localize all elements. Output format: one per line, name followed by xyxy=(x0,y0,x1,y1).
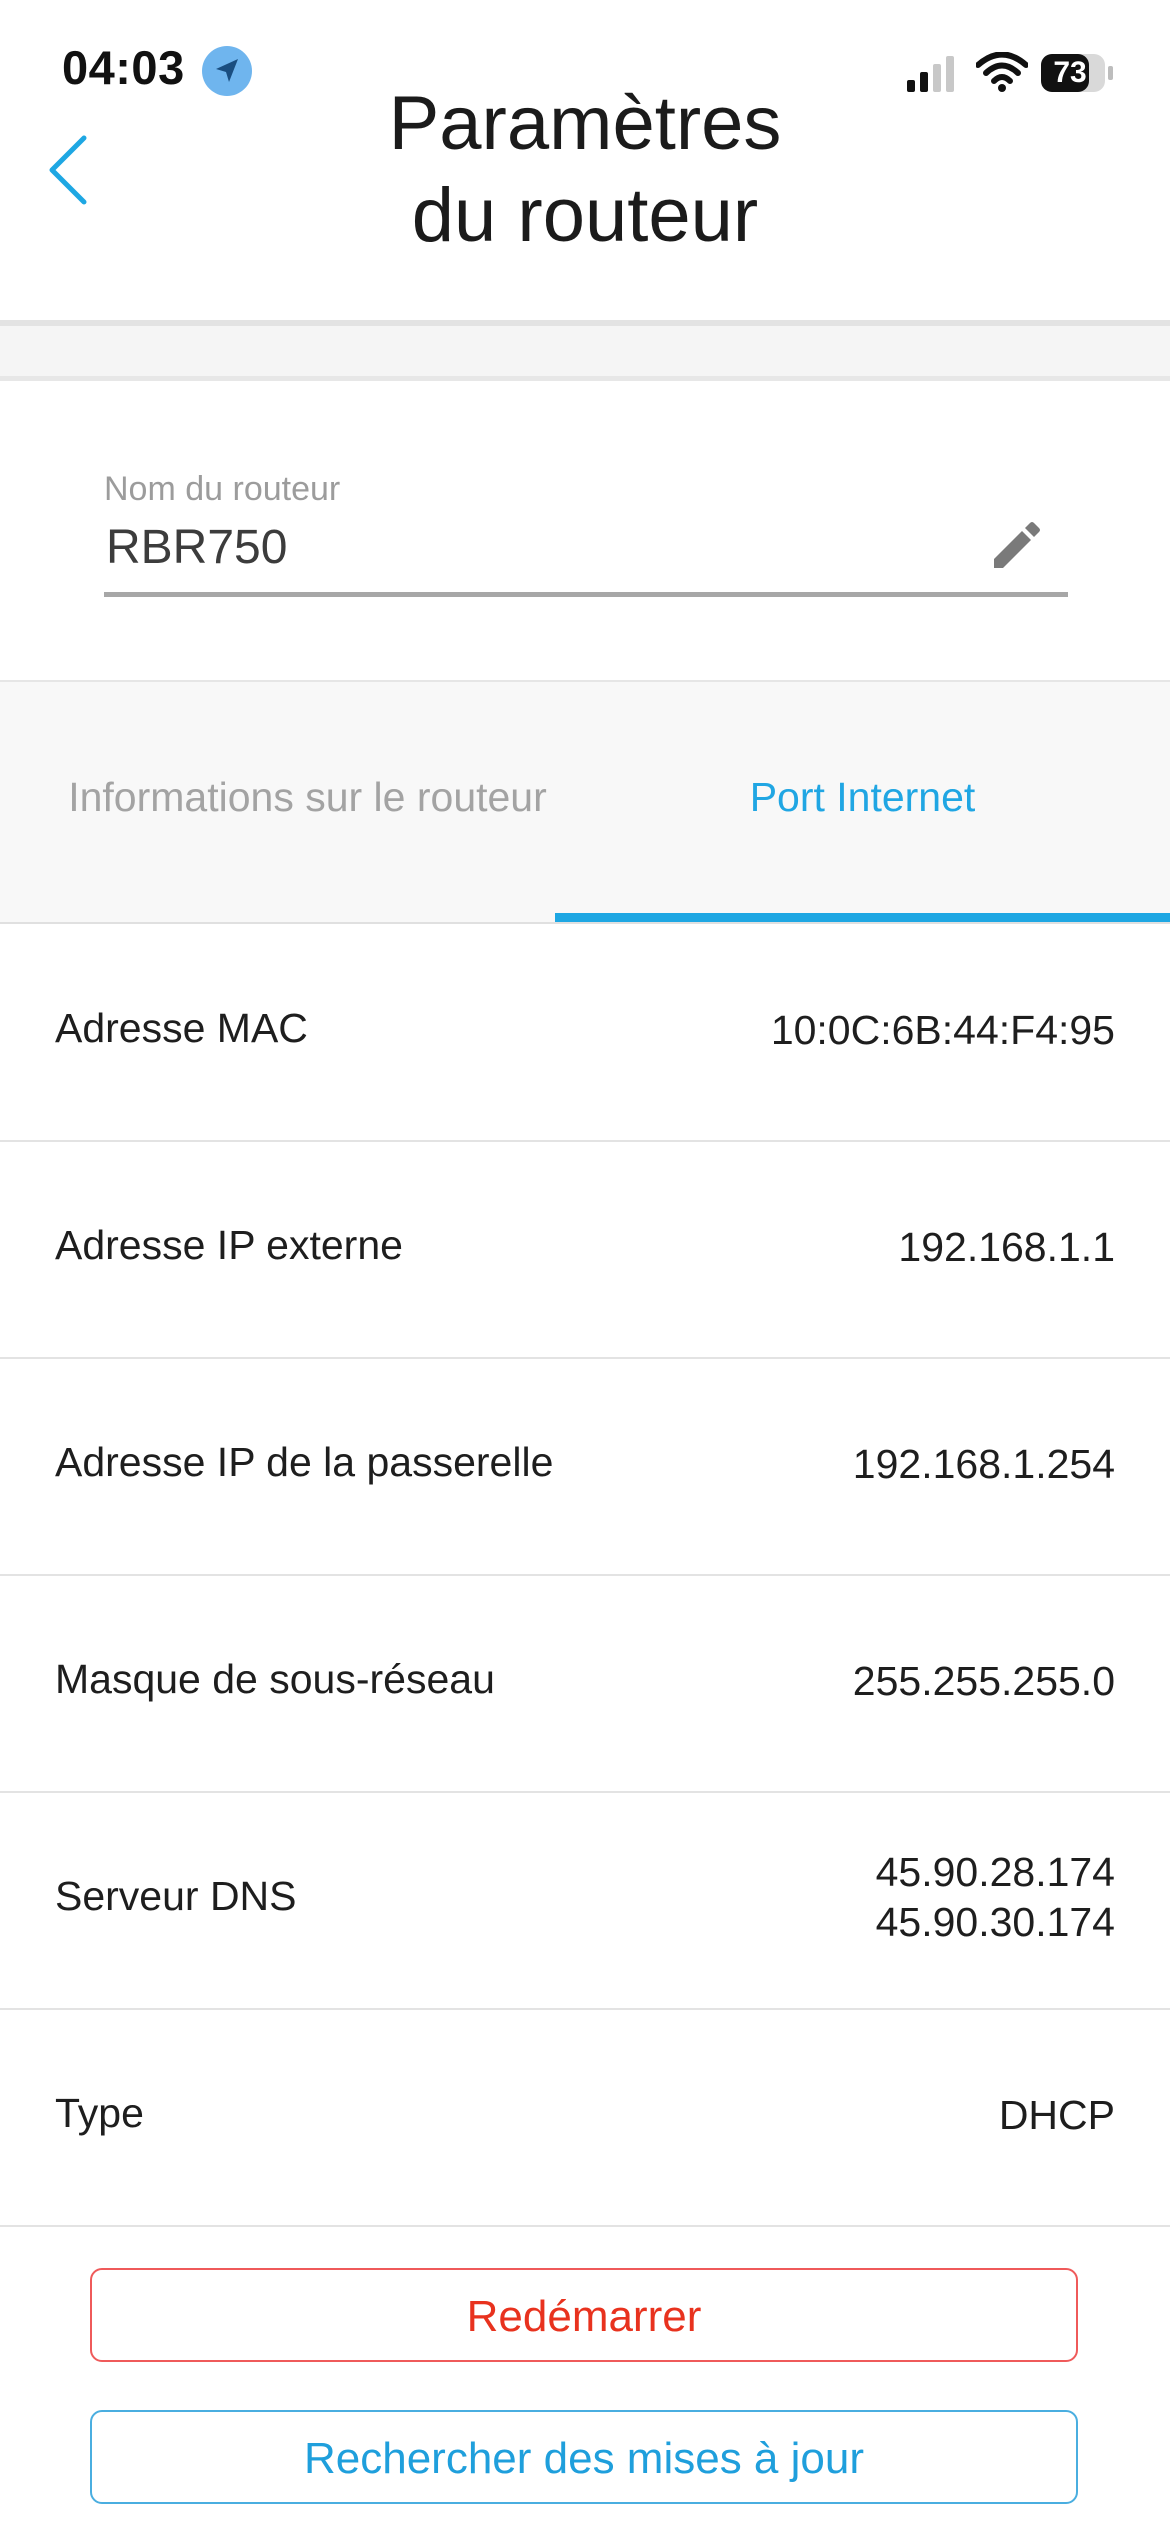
row-label: Adresse IP de la passerelle xyxy=(55,1439,554,1485)
back-button[interactable] xyxy=(44,132,94,208)
row-value: DHCP xyxy=(998,2092,1115,2138)
page-title-line2: du routeur xyxy=(411,173,759,258)
location-arrow-icon xyxy=(202,46,252,96)
list-item-gateway-ip: Adresse IP de la passerelle 192.168.1.25… xyxy=(0,1358,1170,1576)
dns-secondary: 45.90.30.174 xyxy=(875,1899,1115,1945)
row-label: Type xyxy=(55,2090,144,2136)
dns-primary: 45.90.28.174 xyxy=(875,1849,1115,1895)
tab-bar: Informations sur le routeur Port Interne… xyxy=(0,682,1170,922)
row-label: Masque de sous-réseau xyxy=(55,1656,495,1702)
row-label: Adresse MAC xyxy=(55,1005,308,1051)
tab-router-info[interactable]: Informations sur le routeur xyxy=(0,682,615,922)
row-value: 192.168.1.254 xyxy=(852,1441,1115,1487)
router-name-underline xyxy=(104,592,1068,597)
router-name-field[interactable]: RBR750 xyxy=(106,520,287,575)
cellular-signal-icon xyxy=(905,56,955,92)
row-value: 45.90.28.174 45.90.30.174 xyxy=(876,1847,1115,1947)
list-item-subnet-mask: Masque de sous-réseau 255.255.255.0 xyxy=(0,1575,1170,1793)
tab-internet-port[interactable]: Port Internet xyxy=(555,682,1170,922)
row-label: Serveur DNS xyxy=(55,1873,297,1919)
router-name-label: Nom du routeur xyxy=(104,470,341,508)
row-value: 192.168.1.1 xyxy=(898,1224,1115,1270)
battery-icon: 73 xyxy=(1040,53,1116,93)
list-item-dns-server: Serveur DNS 45.90.28.174 45.90.30.174 xyxy=(0,1792,1170,2010)
active-tab-indicator xyxy=(555,913,1170,922)
list-item-type: Type DHCP xyxy=(0,2009,1170,2227)
chevron-left-icon xyxy=(49,135,87,205)
status-time: 04:03 xyxy=(62,41,185,94)
row-value: 255.255.255.0 xyxy=(852,1658,1115,1704)
row-label: Adresse IP externe xyxy=(55,1222,403,1268)
section-gap xyxy=(0,326,1170,381)
restart-button[interactable]: Redémarrer xyxy=(90,2268,1078,2362)
row-value: 10:0C:6B:44:F4:95 xyxy=(770,1007,1115,1053)
page-title: Paramètres du routeur xyxy=(285,78,885,262)
list-item-mac: Adresse MAC 10:0C:6B:44:F4:95 xyxy=(0,924,1170,1142)
pencil-icon[interactable] xyxy=(986,520,1042,576)
wifi-icon xyxy=(975,51,1029,92)
list-item-external-ip: Adresse IP externe 192.168.1.1 xyxy=(0,1141,1170,1359)
check-updates-button[interactable]: Rechercher des mises à jour xyxy=(90,2410,1078,2504)
battery-level: 73 xyxy=(1053,56,1087,89)
page-title-line1: Paramètres xyxy=(388,81,782,166)
